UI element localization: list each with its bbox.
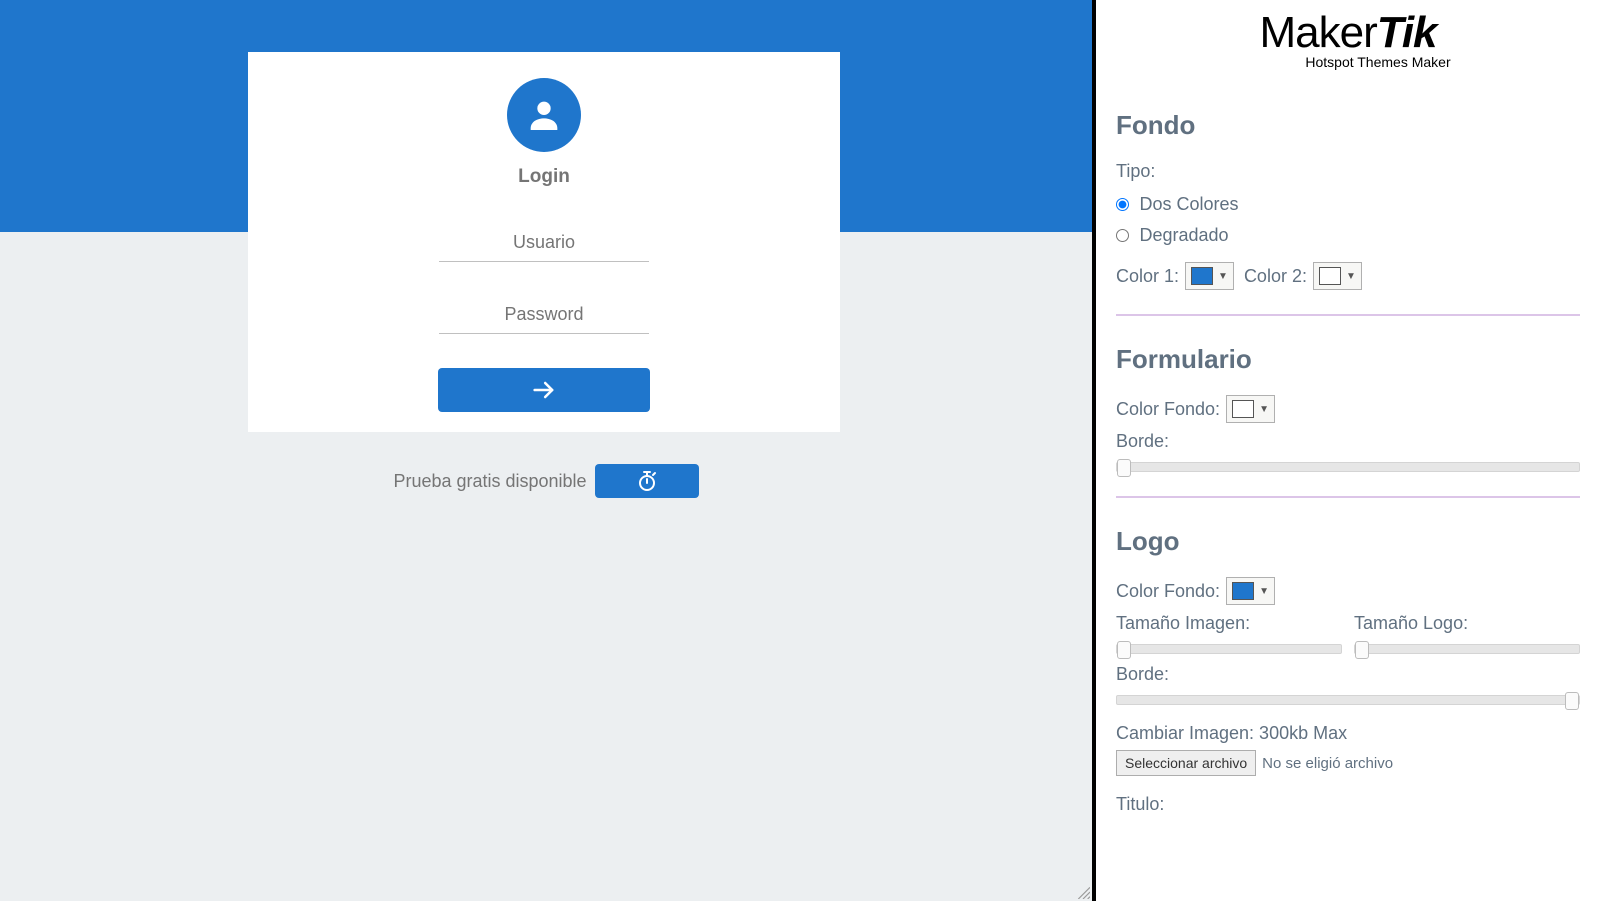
brand-logo: MakerTik Hotspot Themes Maker bbox=[1116, 0, 1580, 110]
slider-thumb[interactable] bbox=[1117, 641, 1131, 659]
settings-pane[interactable]: MakerTik Hotspot Themes Maker Fondo Tipo… bbox=[1096, 0, 1600, 901]
file-select-button[interactable]: Seleccionar archivo bbox=[1116, 750, 1256, 776]
brand-name-part2: Tik bbox=[1377, 8, 1437, 57]
color1-label: Color 1: bbox=[1116, 266, 1179, 287]
brand-name-part1: Maker bbox=[1259, 8, 1376, 57]
trial-text: Prueba gratis disponible bbox=[393, 471, 586, 492]
logo-borde-label: Borde: bbox=[1116, 664, 1169, 685]
section-title-logo: Logo bbox=[1116, 526, 1580, 557]
arrow-right-icon bbox=[530, 376, 558, 404]
form-color-swatch bbox=[1232, 400, 1254, 418]
section-title-formulario: Formulario bbox=[1116, 344, 1580, 375]
login-title: Login bbox=[518, 166, 570, 188]
file-status-text: No se eligió archivo bbox=[1262, 755, 1393, 772]
trial-row: Prueba gratis disponible bbox=[0, 464, 1092, 498]
radio-dos-colores[interactable] bbox=[1116, 198, 1129, 211]
cambiar-imagen-label: Cambiar Imagen: 300kb Max bbox=[1116, 723, 1580, 744]
tipo-label: Tipo: bbox=[1116, 161, 1155, 182]
color1-picker[interactable]: ▼ bbox=[1185, 262, 1234, 290]
form-color-fondo-label: Color Fondo: bbox=[1116, 399, 1220, 420]
titulo-label: Titulo: bbox=[1116, 794, 1580, 815]
color2-picker[interactable]: ▼ bbox=[1313, 262, 1362, 290]
password-input[interactable] bbox=[439, 296, 649, 334]
chevron-down-icon: ▼ bbox=[1346, 271, 1356, 282]
chevron-down-icon: ▼ bbox=[1259, 586, 1269, 597]
trial-button[interactable] bbox=[595, 464, 699, 498]
chevron-down-icon: ▼ bbox=[1218, 271, 1228, 282]
resize-handle-icon[interactable] bbox=[1076, 885, 1090, 899]
section-title-fondo: Fondo bbox=[1116, 110, 1580, 141]
stopwatch-icon bbox=[635, 469, 659, 493]
logo-color-fondo-label: Color Fondo: bbox=[1116, 581, 1220, 602]
radio-dos-colores-label: Dos Colores bbox=[1139, 194, 1238, 214]
logo-color-swatch bbox=[1232, 582, 1254, 600]
tamano-logo-label: Tamaño Logo: bbox=[1354, 613, 1468, 634]
form-borde-slider[interactable] bbox=[1116, 462, 1580, 472]
brand-tagline: Hotspot Themes Maker bbox=[1116, 54, 1580, 70]
submit-button[interactable] bbox=[438, 368, 650, 412]
color2-label: Color 2: bbox=[1244, 266, 1307, 287]
logo-color-fondo-picker[interactable]: ▼ bbox=[1226, 577, 1275, 605]
radio-degradado-label: Degradado bbox=[1139, 225, 1228, 245]
divider bbox=[1116, 496, 1580, 498]
color2-swatch bbox=[1319, 267, 1341, 285]
divider bbox=[1116, 314, 1580, 316]
logo-borde-slider[interactable] bbox=[1116, 695, 1580, 705]
avatar-circle bbox=[507, 78, 581, 152]
tamano-imagen-label: Tamaño Imagen: bbox=[1116, 613, 1250, 634]
preview-pane: Login Prueba gratis disponible bbox=[0, 0, 1092, 901]
tamano-imagen-slider[interactable] bbox=[1116, 644, 1342, 654]
form-color-fondo-picker[interactable]: ▼ bbox=[1226, 395, 1275, 423]
color1-swatch bbox=[1191, 267, 1213, 285]
slider-thumb[interactable] bbox=[1355, 641, 1369, 659]
radio-degradado[interactable] bbox=[1116, 229, 1129, 242]
tamano-logo-slider[interactable] bbox=[1354, 644, 1580, 654]
login-card: Login bbox=[248, 52, 840, 432]
form-borde-label: Borde: bbox=[1116, 431, 1169, 452]
slider-thumb[interactable] bbox=[1117, 459, 1131, 477]
chevron-down-icon: ▼ bbox=[1259, 404, 1269, 415]
username-input[interactable] bbox=[439, 224, 649, 262]
slider-thumb[interactable] bbox=[1565, 692, 1579, 710]
person-icon bbox=[524, 95, 564, 135]
